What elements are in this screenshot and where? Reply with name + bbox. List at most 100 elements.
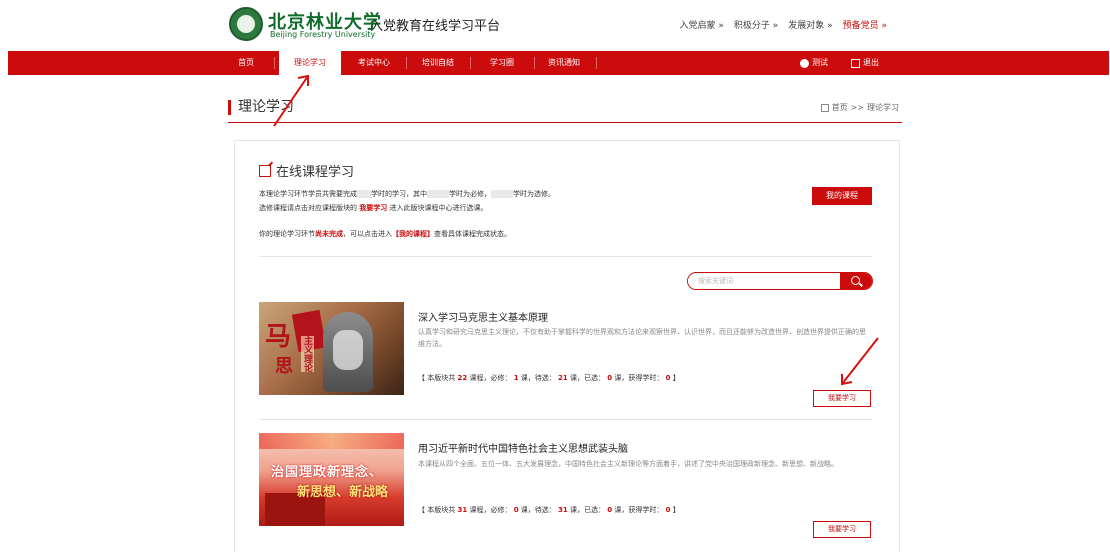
redacted-value [357, 190, 371, 198]
intro-highlight: 我要学习 [359, 204, 388, 212]
stats-text: 课程，必修： [469, 374, 512, 382]
stats-text: 课，获得学时： [614, 506, 664, 514]
intro-text: 进入此版块课程中心进行选课。 [389, 204, 488, 212]
stats-pending: 21 [558, 374, 568, 382]
course-thumbnail[interactable]: 治国理政新理念、 新思想、新战略 [259, 433, 404, 526]
stats-text: 课程，必修： [469, 506, 512, 514]
stats-hours: 0 [665, 374, 671, 382]
start-learning-button[interactable]: 我要学习 [813, 390, 871, 407]
start-learning-button[interactable]: 我要学习 [813, 521, 871, 538]
stats-text: 课，获得学时： [614, 374, 664, 382]
stage-link-enlightenment[interactable]: 入党启蒙 » [680, 18, 724, 31]
stage-link-activist[interactable]: 积极分子 » [734, 18, 778, 31]
main-nav: 首页 理论学习 考试中心 培训自结 学习圈 资讯通知 测试 退出 [8, 48, 1109, 75]
user-icon [800, 58, 809, 68]
section-title-text: 在线课程学习 [276, 165, 355, 180]
search-icon[interactable] [840, 273, 872, 289]
stats-selected: 0 [607, 374, 613, 382]
stats-text: 【 本版块共 [418, 506, 456, 514]
intro-line-3: 你的理论学习环节尚未完成，可以点击进入【我的课程】查看具体课程完成状态。 [259, 229, 511, 239]
section-divider [259, 256, 872, 257]
course-thumbnail[interactable]: 马 思 主义理论 [259, 302, 404, 395]
breadcrumb-current: 理论学习 [867, 103, 899, 112]
title-underline [228, 122, 902, 123]
stats-text: 课，待选： [520, 506, 556, 514]
stats-total: 31 [457, 506, 468, 514]
intro-line-1: 本理论学习环节学员共需要完成 学时的学习，其中 学时为必修， 学时为选修。 [259, 189, 555, 199]
redacted-value [427, 190, 449, 198]
course-search [687, 272, 873, 290]
nav-item-theory[interactable]: 理论学习 [279, 48, 341, 75]
my-courses-link[interactable]: 【我的课程】 [392, 230, 434, 238]
logo-english-name: Beijing Forestry University [270, 30, 376, 39]
completion-status: 尚未完成 [315, 230, 343, 238]
intro-text: 学时的学习，其中 [371, 190, 427, 198]
nav-divider [596, 57, 597, 69]
stats-total: 22 [457, 374, 468, 382]
intro-line-2: 选修课程请点击对应课程版块的 我要学习 进入此版块课程中心进行选课。 [259, 203, 487, 213]
course-title[interactable]: 深入学习马克思主义基本原理 [418, 309, 548, 324]
stage-link-development[interactable]: 发展对象 » [788, 18, 832, 31]
bust-graphic [323, 312, 373, 392]
course-title[interactable]: 用习近平新时代中国特色社会主义思想武装头脑 [418, 440, 628, 455]
logout-label: 退出 [863, 58, 879, 67]
intro-text: 选修课程请点击对应课程版块的 [259, 204, 357, 212]
stats-required: 0 [513, 506, 519, 514]
intro-text: 你的理论学习环节 [259, 230, 315, 238]
thumbnail-text: 新思想、新战略 [297, 485, 389, 500]
thumbnail-glyph: 思 [275, 356, 293, 377]
nav-divider [406, 57, 407, 69]
stats-required: 1 [513, 374, 519, 382]
stats-selected: 0 [607, 506, 613, 514]
stats-pending: 31 [558, 506, 568, 514]
course-divider [259, 419, 872, 420]
university-emblem-icon[interactable] [229, 7, 263, 41]
stage-links: 入党启蒙 » 积极分子 » 发展对象 » 预备党员 » [680, 18, 888, 31]
nav-item-study-circle[interactable]: 学习圈 [476, 51, 528, 75]
thumbnail-label: 主义理论 [301, 336, 314, 372]
logout-icon [851, 58, 860, 68]
logout-button[interactable]: 退出 [851, 51, 879, 75]
site-header: 北京林业大学 Beijing Forestry University 入党教育在… [0, 0, 1110, 50]
search-input[interactable] [688, 273, 840, 289]
course-description: 认真学习和研究马克思主义理论，不仅有助于掌握科学的世界观和方法论来观察世界、认识… [418, 328, 866, 348]
intro-text: 本理论学习环节学员共需要完成 [259, 190, 357, 198]
nav-divider [274, 57, 275, 69]
my-courses-button[interactable]: 我的课程 [812, 187, 872, 205]
user-name: 测试 [812, 58, 828, 67]
stage-link-probationary[interactable]: 预备党员 » [843, 18, 887, 31]
breadcrumb-separator: >> [850, 103, 864, 112]
platform-title: 入党教育在线学习平台 [370, 19, 501, 34]
stats-text: 课，已选： [570, 506, 606, 514]
course-stats: 【 本版块共 31 课程，必修： 0 课，待选： 31 课，已选： 0 课，获得… [418, 505, 680, 515]
breadcrumb-home[interactable]: 首页 [832, 102, 848, 113]
nav-item-exam[interactable]: 考试中心 [348, 51, 400, 75]
course-stats: 【 本版块共 22 课程，必修： 1 课，待选： 21 课，已选： 0 课，获得… [418, 373, 680, 383]
breadcrumb: 首页 >> 理论学习 [820, 102, 899, 113]
stats-text: 【 本版块共 [418, 374, 456, 382]
course-description: 本课程从四个全面、五位一体、五大发展理念，中国特色社会主义新理论等方面着手，讲述… [418, 460, 838, 468]
nav-divider [470, 57, 471, 69]
redacted-value [491, 190, 513, 198]
intro-text: ，可以点击进入 [343, 230, 392, 238]
flag-graphic [259, 433, 404, 449]
intro-text: 查看具体课程完成状态。 [434, 230, 511, 238]
nav-item-training[interactable]: 培训自结 [412, 51, 464, 75]
nav-item-home[interactable]: 首页 [228, 51, 264, 75]
section-title: 在线课程学习 [259, 161, 354, 180]
user-menu[interactable]: 测试 [800, 51, 828, 75]
stats-text: 】 [672, 374, 680, 382]
thumbnail-text: 治国理政新理念、 [271, 465, 384, 480]
stats-hours: 0 [665, 506, 671, 514]
nav-item-news[interactable]: 资讯通知 [538, 51, 590, 75]
intro-text: 学时为必修， [449, 190, 491, 198]
intro-text: 学时为选修。 [513, 190, 555, 198]
home-icon [820, 103, 829, 112]
stats-text: 课，待选： [520, 374, 556, 382]
stats-text: 】 [672, 506, 680, 514]
page-title: 理论学习 [228, 100, 294, 115]
edit-icon [259, 164, 271, 177]
stats-text: 课，已选： [570, 374, 606, 382]
thumbnail-glyph: 马 [265, 322, 292, 352]
nav-divider [534, 57, 535, 69]
